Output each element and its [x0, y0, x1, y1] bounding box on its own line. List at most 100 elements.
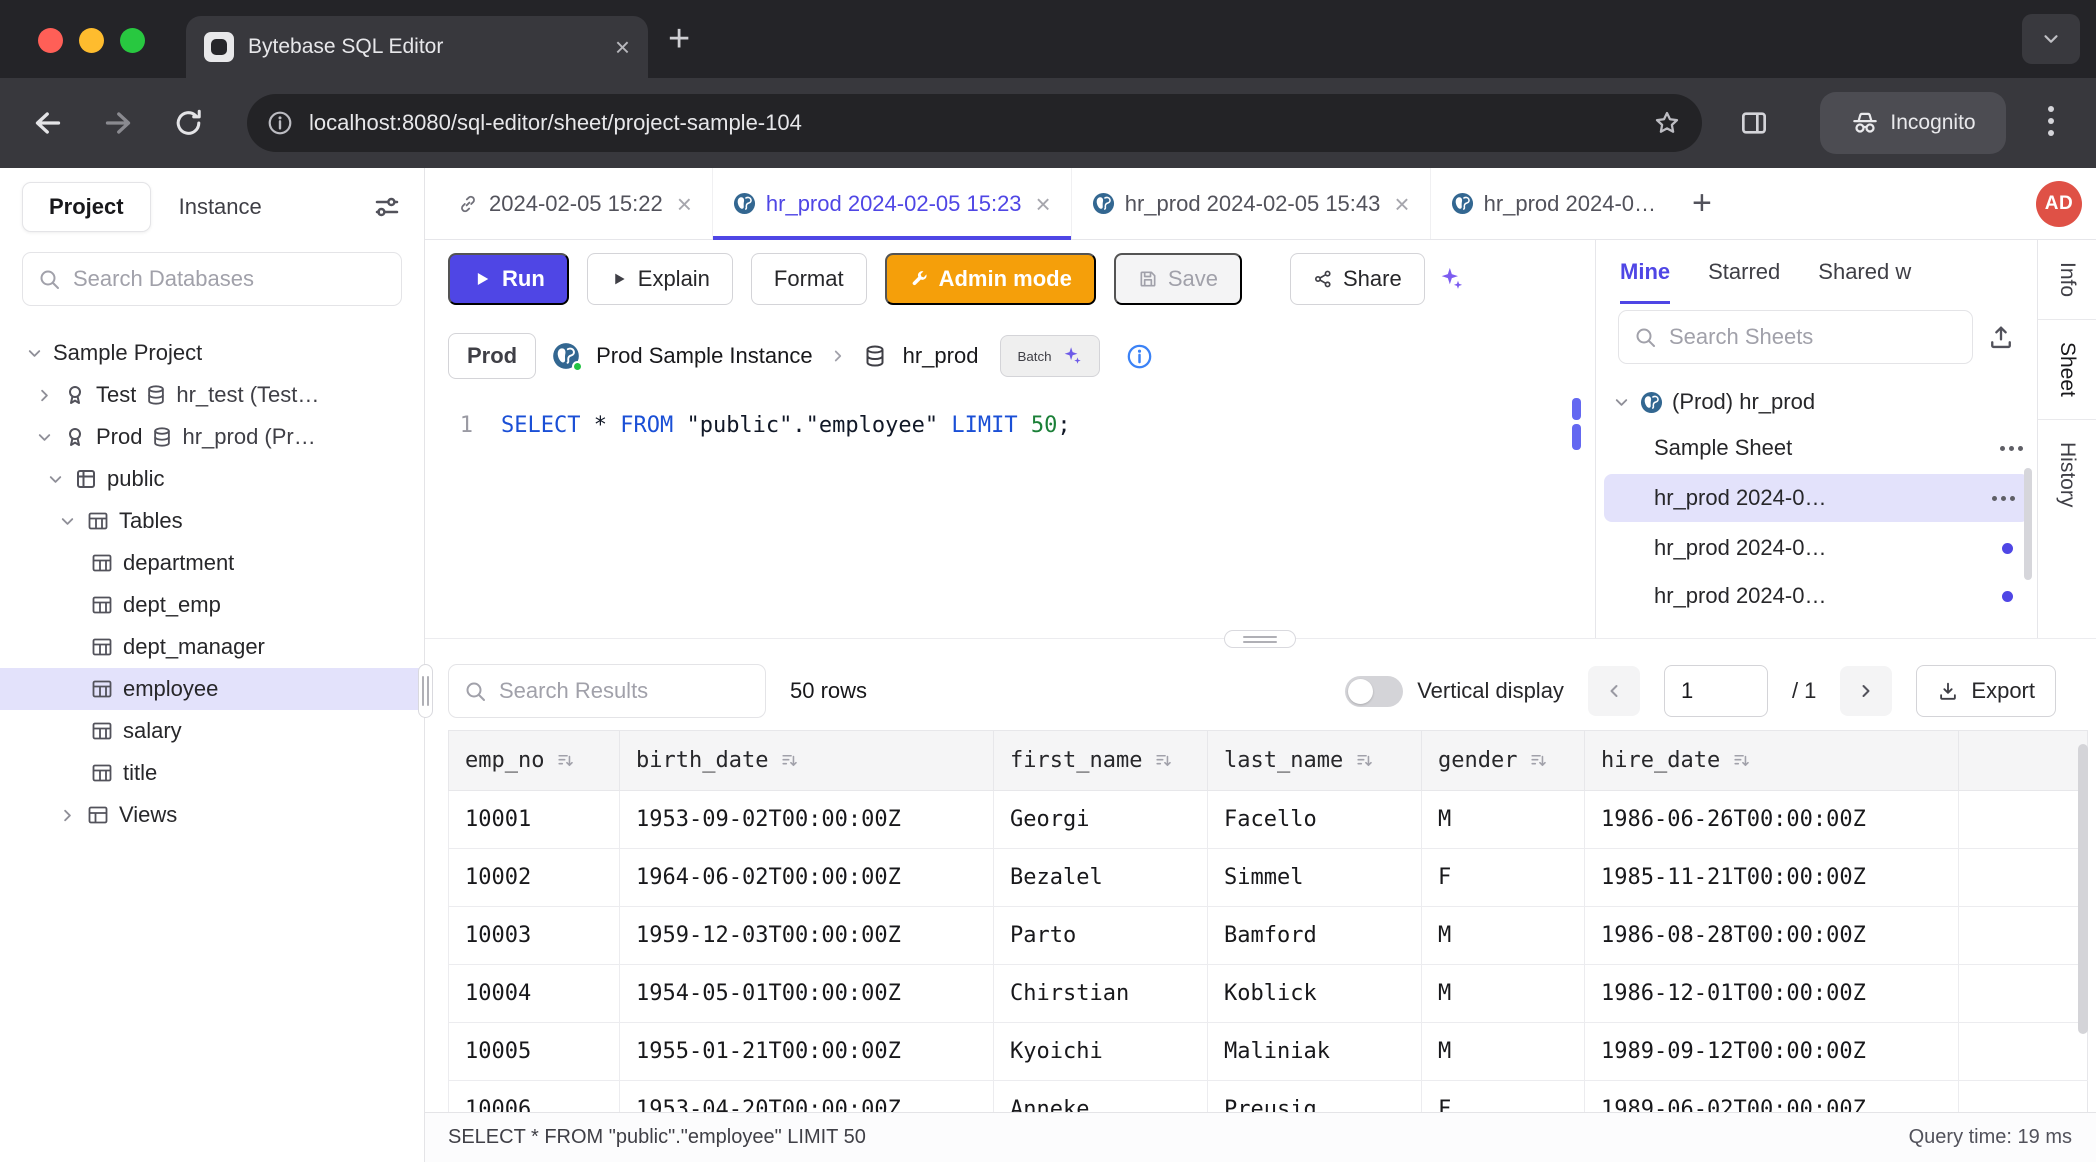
tree-item-salary[interactable]: salary — [0, 710, 424, 752]
info-icon[interactable] — [1126, 343, 1153, 370]
tree-label: Prod — [96, 424, 142, 450]
url-bar[interactable]: localhost:8080/sql-editor/sheet/project-… — [247, 94, 1702, 152]
tab-starred[interactable]: Starred — [1708, 240, 1780, 304]
tab-project[interactable]: Project — [22, 182, 151, 232]
vertical-display-toggle[interactable] — [1345, 676, 1403, 707]
column-header-last-name[interactable]: last_name — [1208, 731, 1422, 791]
window-minimize-button[interactable] — [79, 28, 104, 53]
caret-right-icon[interactable] — [58, 806, 77, 825]
tree-item-employee[interactable]: employee — [0, 668, 424, 710]
tab-sheet[interactable]: Sheet — [2055, 320, 2079, 419]
table-row[interactable]: 100011953-09-02T00:00:00ZGeorgiFacelloM1… — [449, 791, 2088, 849]
sheet-tab-3[interactable]: hr_prod 2024-02-05 15:43 × — [1072, 168, 1431, 239]
export-button[interactable]: Export — [1916, 665, 2056, 717]
tree-item-views[interactable]: Views — [0, 794, 424, 836]
sheet-tab-1[interactable]: 2024-02-05 15:22 × — [437, 168, 713, 239]
tree-item-title[interactable]: title — [0, 752, 424, 794]
environment-icon — [63, 425, 87, 449]
sheet-search-input[interactable] — [1669, 324, 1958, 350]
sheet-item-3[interactable]: hr_prod 2024-0… — [1596, 524, 2037, 572]
tree-item-department[interactable]: department — [0, 542, 424, 584]
sheet-panel: Mine Starred Shared w (Prod) hr_prod Sam… — [1595, 240, 2037, 638]
tree-item-dept-emp[interactable]: dept_emp — [0, 584, 424, 626]
sidebar-resize-handle[interactable] — [418, 664, 433, 718]
browser-tab-close-icon[interactable]: × — [615, 34, 630, 60]
tree-item-test[interactable]: Test hr_test (Test… — [0, 374, 424, 416]
sheet-panel-scrollbar[interactable] — [2024, 468, 2032, 580]
share-button[interactable]: Share — [1290, 253, 1425, 305]
sheet-tab-4[interactable]: hr_prod 2024-0… — [1431, 168, 1676, 239]
column-header-first-name[interactable]: first_name — [994, 731, 1208, 791]
new-sheet-button[interactable]: + — [1676, 168, 1728, 239]
tab-mine[interactable]: Mine — [1620, 240, 1670, 304]
admin-mode-button[interactable]: Admin mode — [885, 253, 1096, 305]
window-close-button[interactable] — [38, 28, 63, 53]
browser-menu-icon[interactable] — [2048, 106, 2054, 136]
results-search-input[interactable] — [499, 678, 751, 704]
sql-editor[interactable]: 1 SELECT * FROM "public"."employee" LIMI… — [425, 394, 1595, 638]
user-avatar[interactable]: AD — [2036, 181, 2082, 227]
prev-page-button[interactable] — [1588, 666, 1640, 716]
tab-history[interactable]: History — [2055, 420, 2079, 529]
column-header-birth-date[interactable]: birth_date — [620, 731, 994, 791]
sheet-group-row[interactable]: (Prod) hr_prod — [1596, 380, 2037, 424]
table-row[interactable]: 100061953-04-20T00:00:00ZAnnekePreusigF1… — [449, 1081, 2088, 1113]
table-row[interactable]: 100031959-12-03T00:00:00ZPartoBamfordM19… — [449, 907, 2088, 965]
sheet-tab-close-icon[interactable]: × — [677, 191, 692, 217]
more-menu-icon[interactable] — [1992, 496, 2015, 501]
site-info-icon[interactable] — [267, 110, 293, 136]
format-button[interactable]: Format — [751, 253, 867, 305]
sheet-tab-close-icon[interactable]: × — [1394, 191, 1409, 217]
tab-search-button[interactable] — [2022, 14, 2080, 64]
tab-shared[interactable]: Shared w — [1818, 240, 1911, 304]
explain-button[interactable]: Explain — [587, 253, 733, 305]
batch-button[interactable]: Batch — [1000, 335, 1099, 377]
tab-instance[interactable]: Instance — [179, 194, 262, 220]
splitter-handle[interactable] — [1224, 630, 1296, 648]
sheet-tab-2-active[interactable]: hr_prod 2024-02-05 15:23 × — [713, 168, 1072, 239]
run-button[interactable]: Run — [448, 253, 569, 305]
new-tab-button[interactable]: + — [668, 20, 690, 58]
sheet-item-4[interactable]: hr_prod 2024-0… — [1596, 572, 2037, 620]
filter-settings-icon[interactable] — [372, 192, 402, 222]
table-row[interactable]: 100051955-01-21T00:00:00ZKyoichiMaliniak… — [449, 1023, 2088, 1081]
caret-down-icon[interactable] — [58, 512, 77, 531]
column-header-hire-date[interactable]: hire_date — [1585, 731, 1959, 791]
caret-down-icon[interactable] — [46, 470, 65, 489]
next-page-button[interactable] — [1840, 666, 1892, 716]
reload-icon[interactable] — [172, 107, 205, 140]
column-header-emp-no[interactable]: emp_no — [449, 731, 620, 791]
tree-item-tables[interactable]: Tables — [0, 500, 424, 542]
scrollbar-mark[interactable] — [1572, 398, 1581, 420]
save-button[interactable]: Save — [1114, 253, 1242, 305]
caret-down-icon[interactable] — [35, 428, 54, 447]
panel-splitter[interactable] — [425, 638, 2096, 652]
table-row[interactable]: 100041954-05-01T00:00:00ZChirstianKoblic… — [449, 965, 2088, 1023]
caret-down-icon[interactable] — [1612, 393, 1631, 412]
forward-icon[interactable] — [100, 105, 136, 141]
sheet-item-sample-sheet[interactable]: Sample Sheet — [1596, 424, 2037, 472]
ai-sparkles-icon[interactable] — [1437, 265, 1465, 293]
tree-item-public[interactable]: public — [0, 458, 424, 500]
tree-item-prod[interactable]: Prod hr_prod (Pr… — [0, 416, 424, 458]
upload-sheet-icon[interactable] — [1987, 323, 2015, 351]
scrollbar-mark[interactable] — [1572, 424, 1581, 450]
page-input[interactable] — [1664, 665, 1768, 717]
caret-down-icon[interactable] — [25, 344, 44, 363]
bookmark-star-icon[interactable] — [1652, 108, 1682, 138]
browser-tab[interactable]: Bytebase SQL Editor × — [186, 16, 648, 78]
tab-info[interactable]: Info — [2055, 240, 2079, 319]
table-row[interactable]: 100021964-06-02T00:00:00ZBezalelSimmelF1… — [449, 849, 2088, 907]
side-panel-icon[interactable] — [1738, 107, 1770, 139]
column-header-gender[interactable]: gender — [1422, 731, 1585, 791]
sheet-item-selected[interactable]: hr_prod 2024-0… — [1604, 474, 2029, 522]
tree-item-sample-project[interactable]: Sample Project — [0, 332, 424, 374]
more-menu-icon[interactable] — [2000, 446, 2023, 451]
results-scrollbar[interactable] — [2078, 744, 2088, 1034]
tree-item-dept-manager[interactable]: dept_manager — [0, 626, 424, 668]
caret-right-icon[interactable] — [35, 386, 54, 405]
window-zoom-button[interactable] — [120, 28, 145, 53]
sheet-tab-close-icon[interactable]: × — [1036, 191, 1051, 217]
back-icon[interactable] — [30, 105, 66, 141]
database-search-input[interactable] — [73, 266, 387, 292]
